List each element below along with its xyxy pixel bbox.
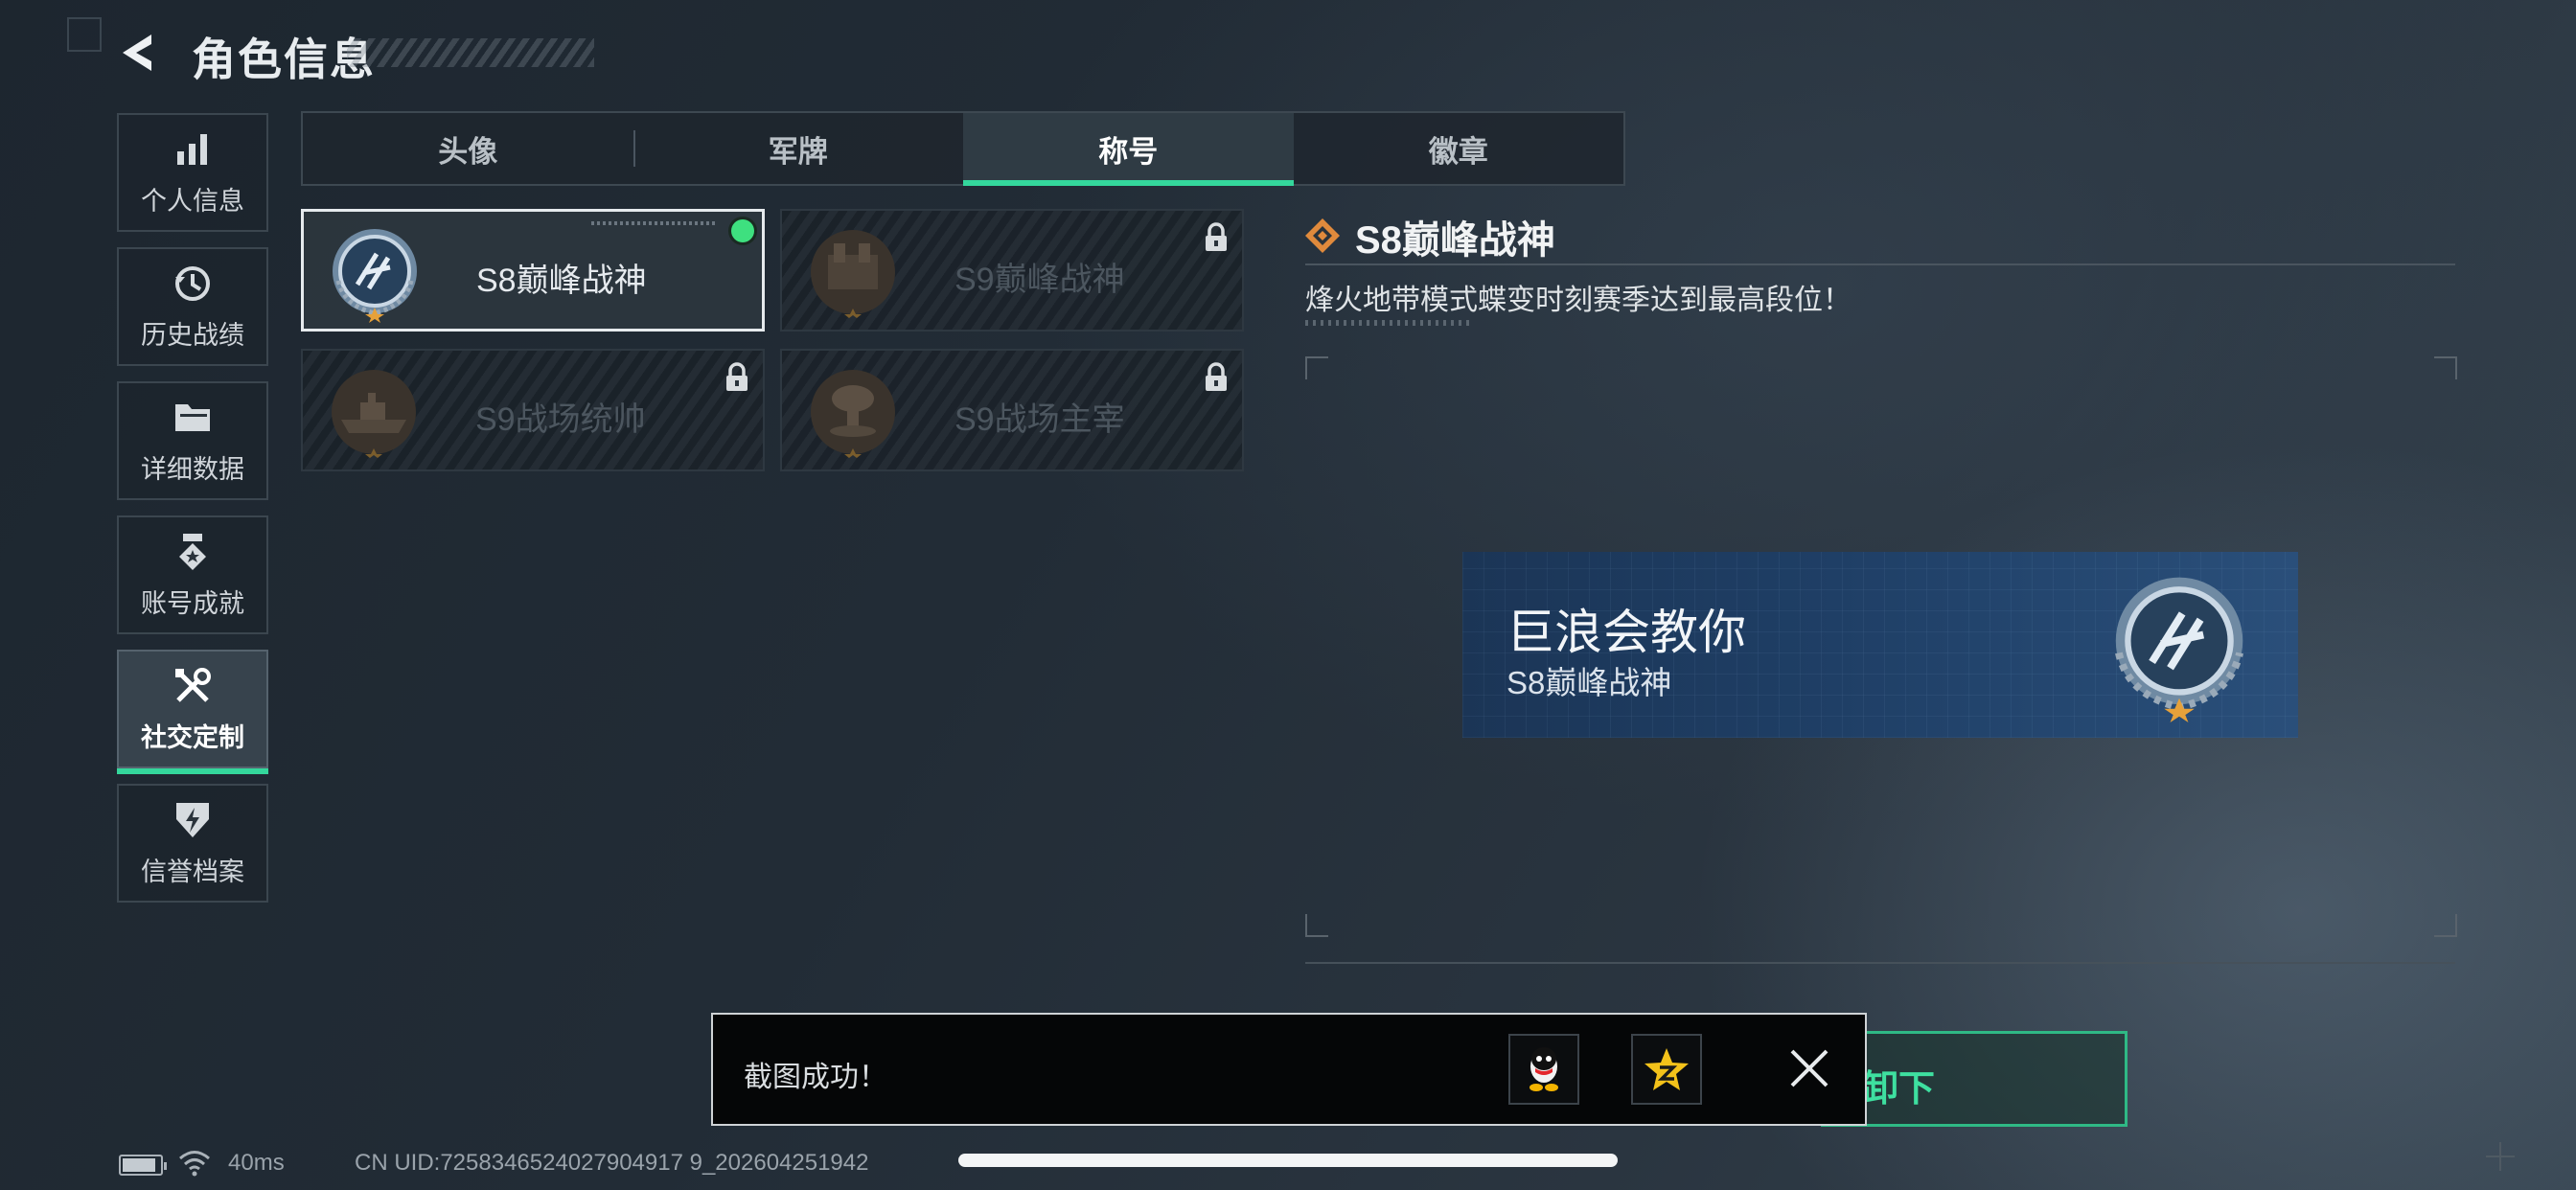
sidebar-item-details[interactable]: 详细数据 [117,381,268,500]
sidebar-item-label: 历史战绩 [141,320,244,350]
tools-icon [172,665,214,707]
title-card-name: S9战场统帅 [475,401,646,438]
detail-decoration [1305,320,1472,326]
back-arrow-icon[interactable] [115,29,163,77]
sidebar-item-label: 信誉档案 [141,857,244,886]
unequip-button-label: 卸下 [1862,1069,1936,1110]
preview-player-name: 巨浪会教你 [1506,606,1746,659]
tab-avatar[interactable]: 头像 [303,113,633,184]
tab-bar: 头像 军牌 称号 徽章 [301,111,1625,186]
screenshot-toast: 截图成功！ [711,1013,1867,1126]
preview-frame-corner [1305,356,1328,379]
fortress-emblem-icon [811,230,895,318]
history-icon [172,263,214,305]
title-card-s8-peak[interactable]: S8巅峰战神 [301,209,765,332]
title-card-name: S9战场主宰 [954,401,1125,438]
ping-readout: 40ms [228,1150,285,1176]
bar-chart-icon [172,128,214,171]
plus-mark-icon [2486,1142,2515,1171]
equipped-indicator [731,219,754,242]
detail-description: 烽火地带模式蝶变时刻赛季达到最高段位！ [1305,285,1852,316]
sidebar-item-label: 个人信息 [141,186,244,216]
sidebar-item-social-custom[interactable]: 社交定制 [117,650,268,774]
user-uid: CN UID:7258346524027904917 9_20260425194… [355,1150,869,1176]
battery-icon [119,1155,167,1176]
detail-title: S8巅峰战神 [1355,219,1555,262]
title-card-s9-dominator[interactable]: S9战场主宰 [780,349,1244,471]
title-preview-banner: 巨浪会教你 S8巅峰战神 [1462,552,2298,738]
title-card-s9-peak[interactable]: S9巅峰战神 [780,209,1244,332]
close-icon[interactable] [1784,1043,1834,1093]
s8-emblem-icon [2115,577,2243,722]
tab-dog-tag[interactable]: 军牌 [632,113,964,184]
title-card-name: S9巅峰战神 [954,262,1125,298]
achievement-icon [172,531,214,573]
sidebar-item-history[interactable]: 历史战绩 [117,247,268,366]
unequip-button[interactable]: 卸下 [1821,1031,2128,1127]
tab-title[interactable]: 称号 [963,113,1294,186]
credit-shield-icon [172,799,214,841]
qzone-icon [1644,1048,1689,1090]
s8-emblem-icon [333,229,417,323]
qq-icon [1530,1047,1558,1091]
tab-badge[interactable]: 徽章 [1294,113,1624,184]
sidebar-item-credit[interactable]: 信誉档案 [117,784,268,903]
preview-frame-corner [2434,914,2457,937]
wifi-icon [179,1151,210,1177]
preview-frame-corner [1305,914,1328,937]
decorative-scanline [591,221,716,225]
sidebar-item-label: 社交定制 [141,722,244,752]
sidebar-item-profile[interactable]: 个人信息 [117,113,268,232]
detail-divider [1305,263,2455,265]
corner-marker [67,17,102,52]
share-qq-button[interactable] [1508,1034,1579,1105]
sidebar-item-label: 账号成就 [141,588,244,618]
lock-icon [1206,222,1227,251]
toast-message: 截图成功！ [744,1062,887,1093]
lock-icon [1206,362,1227,391]
mushroom-cloud-emblem-icon [811,370,895,458]
title-card-name: S8巅峰战神 [476,263,647,299]
lock-icon [726,362,748,391]
title-decoration [347,38,594,67]
warship-emblem-icon [332,370,416,458]
share-qzone-button[interactable] [1631,1034,1702,1105]
preview-title: S8巅峰战神 [1506,665,1672,700]
folder-icon [172,397,214,439]
preview-frame-corner [2434,356,2457,379]
sidebar-item-achievements[interactable]: 账号成就 [117,515,268,634]
home-indicator[interactable] [958,1154,1618,1167]
title-diamond-icon [1305,218,1340,253]
preview-frame-divider [1305,962,2455,964]
title-card-s9-commander[interactable]: S9战场统帅 [301,349,765,471]
sidebar-item-label: 详细数据 [141,454,244,484]
